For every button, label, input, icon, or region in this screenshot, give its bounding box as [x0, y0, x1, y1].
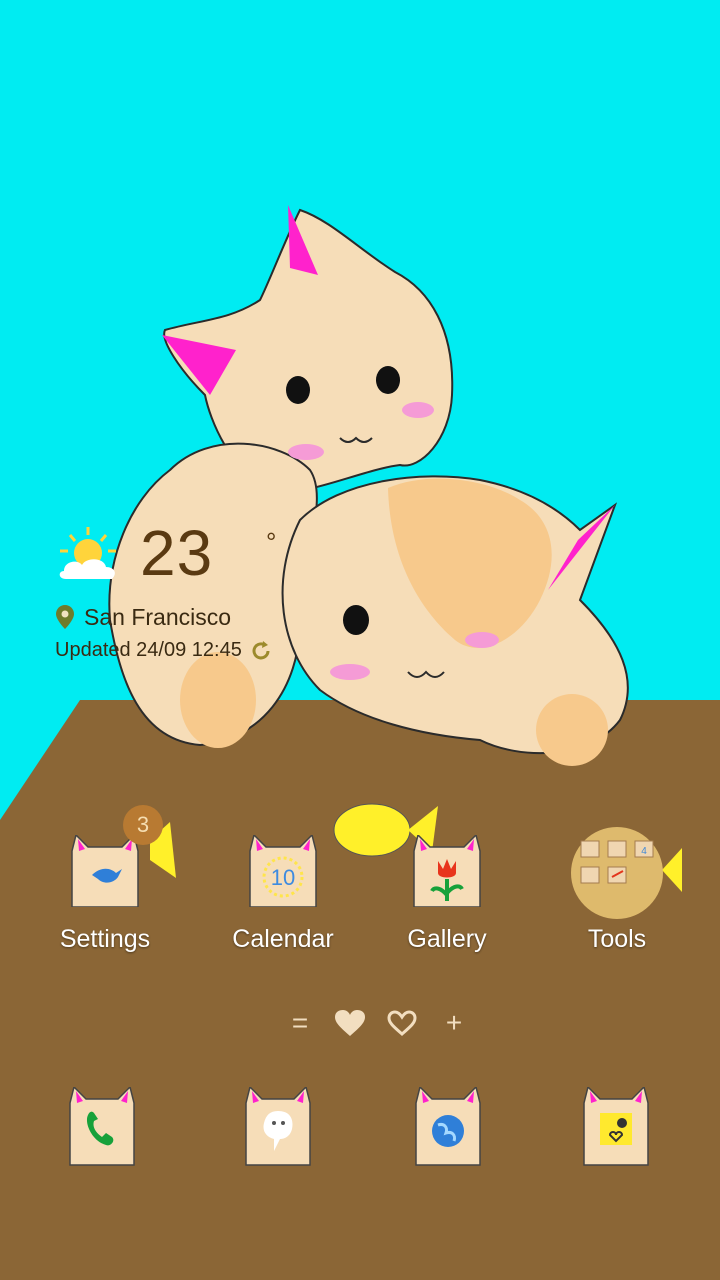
home-page-indicator[interactable]: = [282, 1005, 318, 1041]
gallery-tulip-icon [413, 835, 481, 907]
refresh-icon[interactable] [250, 640, 272, 662]
folder-preview-number: 4 [641, 846, 647, 857]
calendar-day: 10 [271, 865, 295, 890]
tools-folder-icon: 4 [571, 827, 663, 919]
weather-widget[interactable]: 23 ° San Francisco Updated 24/09 12:45 [52, 515, 312, 675]
camera-icon [583, 1085, 649, 1166]
partly-sunny-icon [59, 527, 116, 579]
temperature: 23 [140, 517, 214, 589]
app-label: Gallery [407, 925, 487, 953]
calendar-icon: 10 [249, 835, 317, 907]
app-gallery[interactable]: Gallery [372, 835, 522, 985]
dock-messages[interactable] [238, 1085, 318, 1167]
dock-browser[interactable] [408, 1085, 488, 1167]
app-calendar[interactable]: 10 Calendar [208, 835, 358, 985]
notification-badge: 3 [123, 805, 163, 845]
phone-icon [69, 1085, 135, 1166]
app-settings[interactable]: 3 Settings [30, 805, 180, 985]
dock-phone[interactable] [62, 1085, 142, 1167]
page-indicator: = + [280, 1005, 480, 1045]
settings-bird-icon [71, 835, 139, 907]
updated-time: Updated 24/09 12:45 [55, 639, 242, 661]
location-pin-icon [56, 605, 74, 629]
add-page-button[interactable]: + [436, 1005, 472, 1041]
dock-camera[interactable] [576, 1085, 656, 1167]
location-name: San Francisco [84, 603, 232, 630]
filled-heart-icon[interactable] [332, 1005, 368, 1041]
app-label: Tools [587, 925, 647, 953]
temperature-unit: ° [266, 527, 277, 557]
browser-globe-icon [415, 1085, 481, 1166]
location[interactable]: San Francisco [56, 603, 231, 631]
app-label: Calendar [232, 925, 334, 953]
messages-icon [245, 1085, 311, 1166]
app-tools-folder[interactable]: 4 Tools [542, 827, 692, 985]
outline-heart-icon[interactable] [384, 1005, 420, 1041]
update-status: Updated 24/09 12:45 [55, 639, 272, 662]
app-label: Settings [59, 925, 151, 953]
